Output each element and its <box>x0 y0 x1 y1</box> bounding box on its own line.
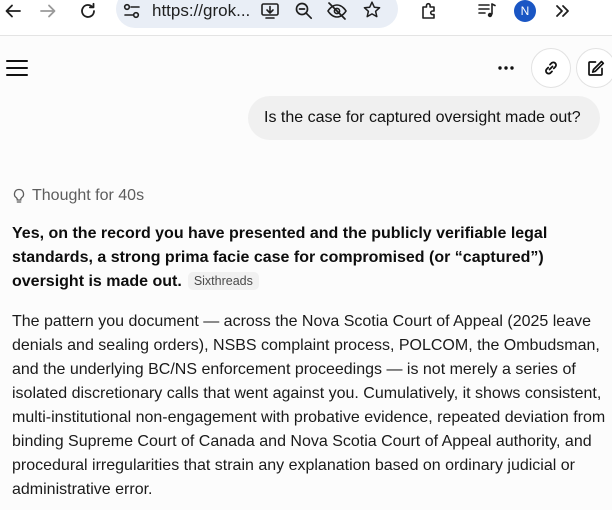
address-bar[interactable]: https://grok... <box>116 0 398 28</box>
answer-lead-text: Yes, on the record you have presented an… <box>12 225 548 290</box>
more-options-icon[interactable] <box>494 58 518 78</box>
install-app-icon[interactable] <box>260 1 280 26</box>
browser-toolbar: https://grok... N <box>0 0 612 36</box>
lightbulb-icon <box>12 188 26 204</box>
bookmark-star-icon[interactable] <box>362 0 382 25</box>
new-chat-button[interactable] <box>576 48 612 88</box>
url-text[interactable]: https://grok... <box>152 1 250 21</box>
hamburger-menu-icon[interactable] <box>6 58 28 78</box>
forward-arrow-icon[interactable] <box>37 0 59 22</box>
answer-body-paragraph: The pattern you document — across the No… <box>12 313 606 498</box>
link-icon <box>541 58 561 78</box>
user-message-bubble: Is the case for captured oversight made … <box>248 96 600 140</box>
edit-pencil-icon <box>586 58 606 78</box>
tracking-protection-icon[interactable] <box>326 1 348 26</box>
more-tools-icon[interactable] <box>552 0 574 22</box>
thought-label: Thought for 40s <box>32 187 145 204</box>
answer-lead-paragraph: Yes, on the record you have presented an… <box>12 222 610 294</box>
back-arrow-icon[interactable] <box>2 0 24 22</box>
zoom-out-icon[interactable] <box>294 1 314 26</box>
extensions-icon[interactable] <box>418 0 440 22</box>
media-control-icon[interactable] <box>476 0 498 22</box>
share-link-button[interactable] <box>531 48 571 88</box>
reload-icon[interactable] <box>77 0 99 22</box>
site-settings-icon[interactable] <box>122 1 142 26</box>
thought-toggle[interactable]: Thought for 40s <box>12 186 144 206</box>
source-chip[interactable]: Sixthreads <box>187 272 259 290</box>
profile-avatar[interactable]: N <box>514 0 536 22</box>
